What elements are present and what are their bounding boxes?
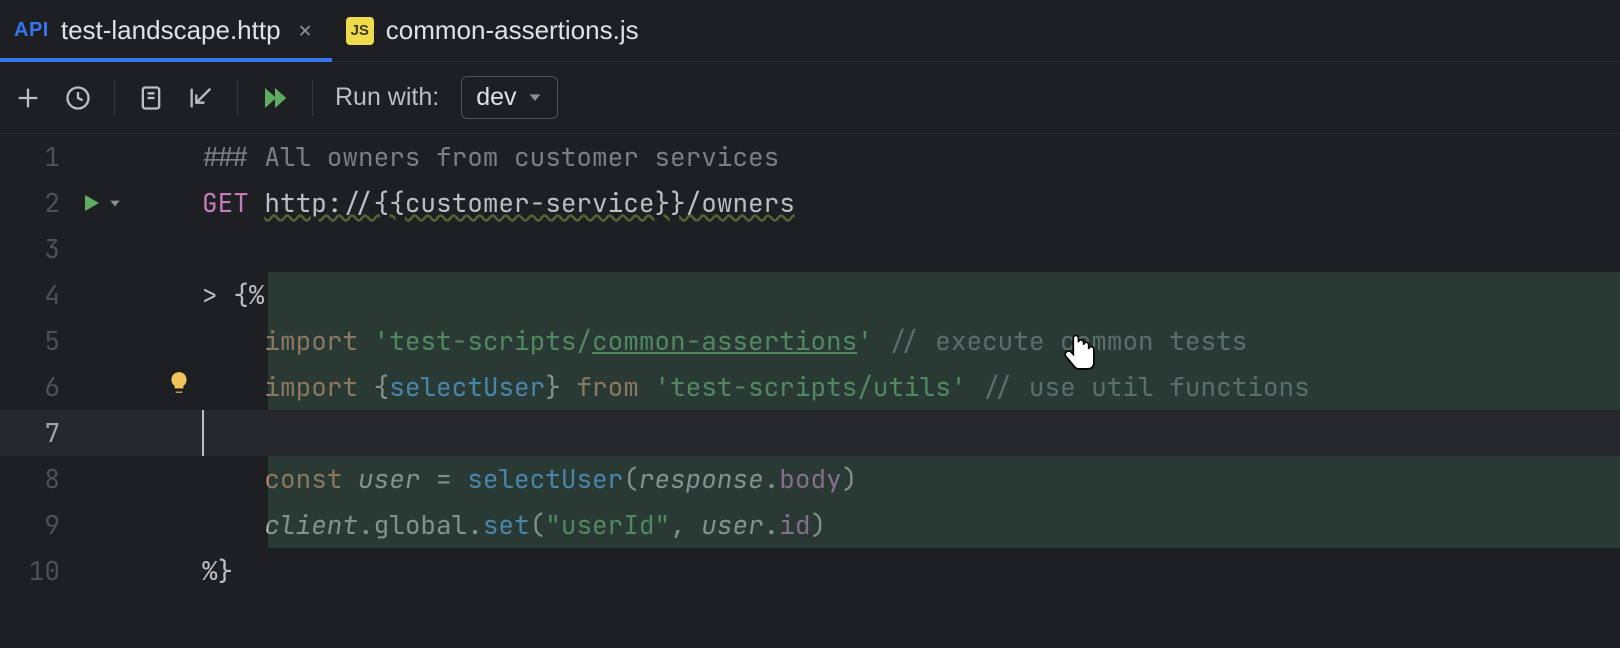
line-number: 3: [0, 226, 200, 272]
code-line: import {selectUser} from 'test-scripts/u…: [200, 364, 1620, 410]
tab-bar: API test-landscape.http ✕ JS common-asse…: [0, 0, 1620, 62]
run-all-icon[interactable]: [260, 83, 290, 113]
line-number: 2: [0, 180, 200, 226]
code-line: GET http://{{customer-service}}/owners: [200, 180, 1620, 226]
tab-label: test-landscape.http: [61, 15, 281, 46]
tab-common-assertions[interactable]: JS common-assertions.js: [332, 0, 659, 61]
code-line: const user = selectUser(response.body): [200, 456, 1620, 502]
gutter: 1 2 3 4 5 6 7 8 9 10: [0, 134, 200, 648]
code-line: [200, 226, 1620, 272]
separator: [114, 80, 115, 116]
line-number: 8: [0, 456, 200, 502]
line-number: 9: [0, 502, 200, 548]
intention-bulb-icon[interactable]: [166, 364, 192, 410]
tab-label: common-assertions.js: [386, 15, 639, 46]
environment-select[interactable]: dev: [461, 76, 557, 119]
close-icon[interactable]: ✕: [293, 16, 312, 45]
js-icon: JS: [346, 17, 374, 45]
history-icon[interactable]: [64, 84, 92, 112]
api-icon: API: [14, 19, 49, 42]
tab-test-landscape[interactable]: API test-landscape.http ✕: [0, 0, 332, 61]
toolbar: Run with: dev: [0, 62, 1620, 134]
separator: [312, 80, 313, 116]
code-line: client.global.set("userId", user.id): [200, 502, 1620, 548]
run-with-label: Run with:: [335, 83, 439, 112]
code-line: import 'test-scripts/common-assertions' …: [200, 318, 1620, 364]
separator: [237, 80, 238, 116]
line-number: 6: [0, 364, 200, 410]
text-caret: [202, 410, 204, 456]
environment-value: dev: [476, 83, 516, 112]
code-line: ### All owners from customer services: [200, 134, 1620, 180]
run-line-icon[interactable]: [80, 191, 122, 215]
line-number: 10: [0, 548, 200, 594]
code-line: %}: [200, 548, 1620, 594]
line-number: 7: [0, 410, 200, 456]
editor[interactable]: 1 2 3 4 5 6 7 8 9 10 ### All owners from…: [0, 134, 1620, 648]
link-common-assertions[interactable]: common-assertions: [592, 323, 857, 358]
code-line: [200, 410, 1620, 456]
import-icon[interactable]: [187, 84, 215, 112]
line-number: 1: [0, 134, 200, 180]
add-icon[interactable]: [14, 84, 42, 112]
line-number: 5: [0, 318, 200, 364]
line-number: 4: [0, 272, 200, 318]
examples-icon[interactable]: [137, 84, 165, 112]
code-area[interactable]: ### All owners from customer services GE…: [200, 134, 1620, 648]
code-line: > {%: [200, 272, 1620, 318]
chevron-down-icon: [527, 83, 543, 112]
